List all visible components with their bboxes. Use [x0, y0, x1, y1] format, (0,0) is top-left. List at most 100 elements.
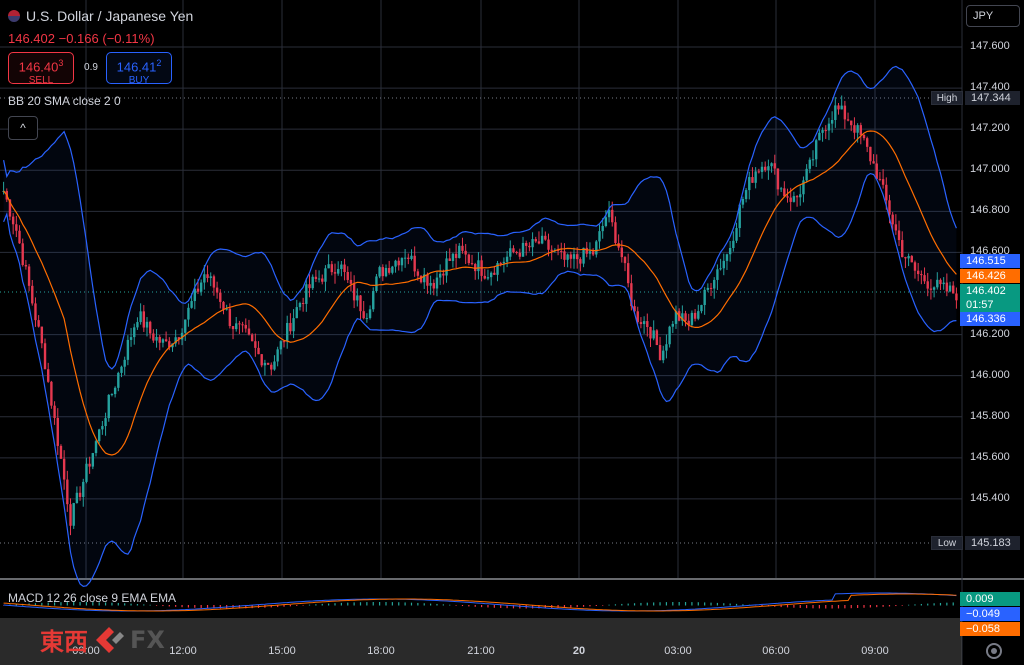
price-change: −0.166 — [58, 31, 99, 46]
collapse-legend-button[interactable]: ^ — [8, 116, 38, 140]
macd-histogram-bar — [659, 602, 661, 606]
spread-value: 0.9 — [84, 62, 98, 73]
macd-histogram-bar — [633, 603, 636, 606]
macd-histogram-bar — [716, 602, 719, 606]
low-tag: Low — [931, 536, 963, 550]
macd-histogram-bar — [289, 605, 291, 607]
macd-histogram-bar — [608, 604, 610, 606]
macd-histogram-bar — [417, 602, 419, 606]
macd-histogram-bar — [576, 605, 578, 608]
macd-histogram-bar — [423, 603, 425, 606]
macd-histogram-bar — [863, 605, 865, 608]
macd-histogram-bar — [353, 602, 355, 606]
high-value: 147.344 — [965, 91, 1020, 105]
price-tick-label: 145.600 — [970, 450, 1010, 463]
price-tick-label: 146.200 — [970, 327, 1010, 340]
macd-histogram-bar — [653, 602, 655, 606]
macd-histogram-bar — [723, 603, 725, 606]
watermark-jp: 東西 — [40, 628, 88, 656]
high-tag: High — [931, 91, 963, 105]
macd-histogram-bar — [366, 602, 368, 606]
macd-histogram-bar — [379, 602, 381, 606]
macd-histogram-bar — [869, 605, 871, 608]
currency-selector[interactable]: JPY — [966, 5, 1020, 27]
macd-histogram-bar — [914, 604, 916, 606]
macd-histogram-bar — [589, 605, 591, 607]
macd-histogram-bar — [640, 602, 642, 606]
macd-histogram-bar — [302, 605, 304, 606]
buy-price-sup: 2 — [156, 58, 162, 68]
price-tick-label: 146.000 — [970, 368, 1010, 381]
macd-histogram-bar — [328, 603, 330, 606]
macd-histogram-bar — [175, 605, 177, 607]
macd-histogram-bar — [340, 602, 342, 606]
countdown-timer: 01:57 — [966, 299, 994, 311]
symbol-title-text: U.S. Dollar / Japanese Yen — [26, 8, 194, 24]
macd-histogram-bar — [672, 602, 674, 606]
macd-histogram-bar — [570, 605, 572, 608]
settings-gear-icon[interactable] — [986, 643, 1002, 659]
last-price-tag: 146.402 01:57 — [960, 284, 1020, 312]
macd-histogram-bar — [927, 603, 929, 606]
sell-label: SELL — [28, 75, 54, 87]
macd-line-tag: −0.049 — [960, 607, 1020, 621]
macd-histogram-bar — [206, 605, 209, 609]
macd-histogram-bar — [825, 605, 827, 609]
macd-histogram-bar — [468, 605, 470, 607]
macd-histogram-bar — [500, 605, 502, 608]
macd-histogram-bar — [315, 604, 317, 606]
macd-histogram-bar — [786, 605, 789, 608]
macd-histogram-bar — [410, 602, 413, 606]
broker-watermark: 東西 FX — [40, 622, 165, 657]
price-tick-label: 147.200 — [970, 122, 1010, 135]
sell-button[interactable]: 146.403 SELL — [8, 52, 74, 86]
macd-histogram-bar — [806, 605, 808, 609]
macd-histogram-bar — [710, 602, 712, 606]
symbol-title[interactable]: U.S. Dollar / Japanese Yen — [8, 8, 193, 24]
macd-histogram-bar — [920, 603, 922, 606]
bb-indicator-legend[interactable]: BB 20 SMA close 2 0 — [8, 94, 121, 108]
macd-indicator-legend[interactable]: MACD 12 26 close 9 EMA EMA — [8, 591, 176, 605]
macd-histogram-bar — [799, 605, 801, 608]
buy-button[interactable]: 146.412 BUY — [106, 52, 172, 86]
macd-histogram-bar — [493, 605, 495, 608]
macd-histogram-bar — [908, 604, 910, 606]
watermark-fx: FX — [130, 625, 165, 654]
macd-histogram-bar — [385, 602, 387, 606]
macd-histogram-bar — [155, 605, 158, 606]
macd-histogram-bar — [691, 602, 693, 606]
macd-histogram-bar — [296, 605, 298, 606]
macd-histogram-bar — [742, 604, 744, 606]
time-tick-label: 15:00 — [268, 645, 296, 657]
macd-histogram-bar — [595, 605, 597, 606]
macd-histogram-bar — [946, 602, 948, 606]
price-tick-label: 145.800 — [970, 409, 1010, 422]
macd-histogram-bar — [665, 602, 668, 606]
time-tick-label: 09:00 — [861, 645, 889, 657]
bb-fill — [3, 66, 957, 587]
macd-histogram-bar — [882, 605, 884, 607]
bb-upper-tag: 146.515 — [960, 254, 1020, 268]
macd-histogram-bar — [461, 605, 464, 607]
macd-histogram-bar — [646, 602, 648, 606]
macd-histogram-bar — [347, 602, 349, 606]
price-change-pct: (−0.11%) — [102, 31, 155, 46]
macd-histogram-bar — [321, 603, 323, 606]
macd-histogram-bar — [684, 602, 687, 606]
macd-histogram-bar — [436, 603, 438, 606]
macd-histogram-bar — [187, 605, 190, 608]
macd-histogram-bar — [678, 602, 680, 606]
price-chart[interactable] — [0, 0, 1024, 665]
low-value: 145.183 — [965, 536, 1020, 550]
last-price: 146.402 — [8, 31, 55, 46]
price-tick-label: 145.400 — [970, 491, 1010, 504]
macd-histogram-bar — [372, 602, 374, 606]
macd-histogram-bar — [162, 605, 164, 607]
macd-histogram-bar — [449, 604, 451, 606]
macd-histogram-bar — [850, 605, 852, 609]
buy-price: 146.41 — [116, 59, 157, 75]
macd-histogram-bar — [939, 602, 942, 606]
macd-hist-tag: 0.009 — [960, 592, 1020, 606]
bb-lower-tag: 146.336 — [960, 312, 1020, 326]
time-tick-label: 20 — [572, 645, 586, 657]
